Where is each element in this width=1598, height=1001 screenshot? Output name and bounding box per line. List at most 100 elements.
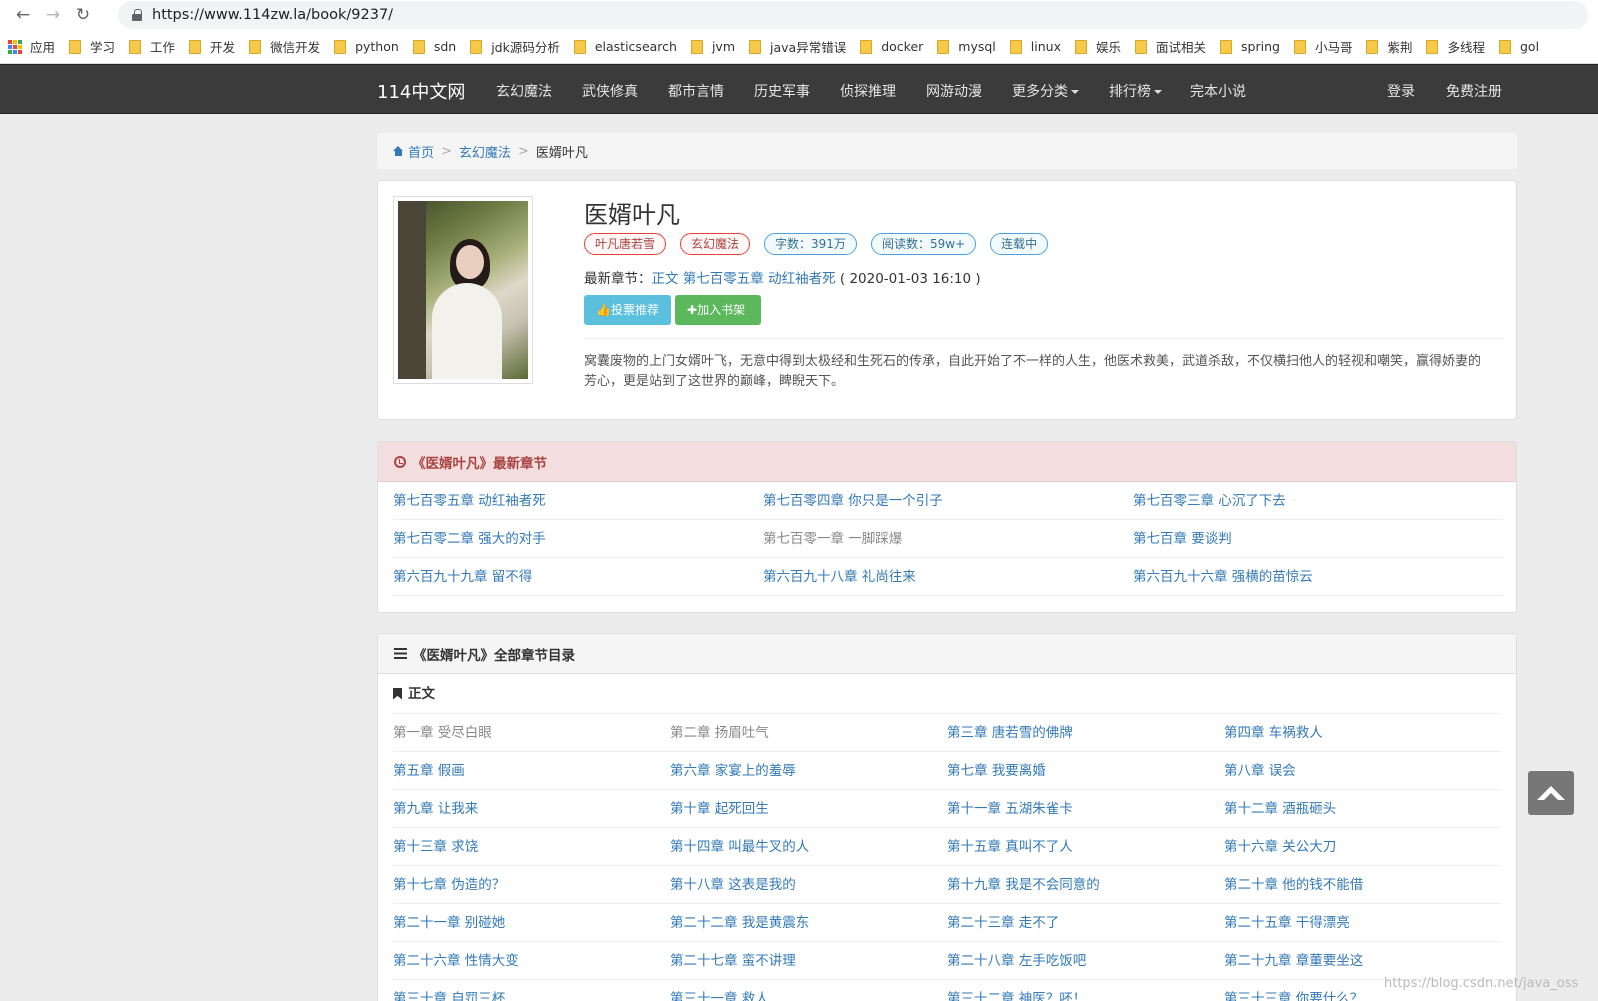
chapter-link[interactable]: 第七章 我要离婚 [947,752,1224,790]
chapter-link[interactable]: 第四章 车祸救人 [1224,714,1501,752]
latest-volume-link[interactable]: 正文 [652,271,679,287]
chapter-link[interactable]: 第二十七章 蛮不讲理 [670,942,947,980]
chapter-link[interactable]: 第三十一章 救人 [670,980,947,1001]
nav-item-wangyou[interactable]: 网游动漫 [926,81,982,101]
chapter-link[interactable]: 第七百零一章 一脚踩爆 [763,520,1133,558]
nav-item-lishi[interactable]: 历史军事 [754,81,810,101]
add-shelf-button[interactable]: ✚加入书架 [675,295,761,325]
chapter-link[interactable]: 第十八章 这表是我的 [670,866,947,904]
bookmark-folder[interactable]: linux [1009,39,1061,54]
breadcrumb-current: 医婿叶凡 [535,145,588,161]
chapter-link[interactable]: 第七百零三章 心沉了下去 [1133,482,1503,520]
chapter-link[interactable]: 第七百零五章 动红袖者死 [393,482,763,520]
book-cover[interactable] [393,196,533,384]
bookmark-folder[interactable]: docker [860,39,923,54]
caret-down-icon [1071,90,1079,94]
tag-author[interactable]: 叶凡唐若雪 [584,233,667,255]
chapter-link[interactable]: 第十九章 我是不会同意的 [947,866,1224,904]
bookmark-folder[interactable]: 工作 [129,37,175,56]
bookmark-folder[interactable]: jdk源码分析 [470,37,560,56]
chapter-link[interactable]: 第六章 家宴上的羞辱 [670,752,947,790]
chapter-link[interactable]: 第九章 让我来 [393,790,670,828]
nav-item-xuanhuan[interactable]: 玄幻魔法 [496,81,552,101]
chapter-link[interactable]: 第七百零二章 强大的对手 [393,520,763,558]
bookmark-folder[interactable]: 开发 [189,37,235,56]
chapter-link[interactable]: 第二章 扬眉吐气 [670,714,947,752]
back-to-top-button[interactable] [1528,771,1574,815]
chapter-link[interactable]: 第十二章 酒瓶砸头 [1224,790,1501,828]
chapter-link[interactable]: 第十五章 真叫不了人 [947,828,1224,866]
chapter-link[interactable]: 第十六章 关公大刀 [1224,828,1501,866]
nav-item-more[interactable]: 更多分类 [1012,81,1079,101]
volume-heading: 正文 [393,674,1501,714]
bookmark-folder[interactable]: jvm [690,39,735,54]
chapter-link[interactable]: 第六百九十八章 礼尚往来 [763,558,1133,596]
chapter-link[interactable]: 第十四章 叫最牛叉的人 [670,828,947,866]
bookmark-apps[interactable]: 应用 [8,37,55,56]
cover-tree-trunk [398,201,426,379]
nav-item-wuxia[interactable]: 武侠修真 [582,81,638,101]
chapter-link[interactable]: 第七百零四章 你只是一个引子 [763,482,1133,520]
bookmark-folder[interactable]: 小马哥 [1293,37,1352,56]
folder-icon [1366,39,1379,54]
nav-item-dushi[interactable]: 都市言情 [668,81,724,101]
site-brand[interactable]: 114中文网 [377,78,465,104]
chapter-link[interactable]: 第五章 假画 [393,752,670,790]
bookmark-folder[interactable]: mysql [937,39,996,54]
folder-icon [1009,39,1022,54]
bookmark-folder[interactable]: sdn [412,39,456,54]
back-arrow-icon[interactable]: ← [8,0,38,30]
bookmark-folder[interactable]: 微信开发 [249,37,320,56]
chapter-link[interactable]: 第二十三章 走不了 [947,904,1224,942]
bookmark-folder[interactable]: java异常错误 [749,37,846,56]
nav-item-rank[interactable]: 排行榜 [1109,81,1162,101]
bookmark-folder[interactable]: python [334,39,399,54]
chapter-link[interactable]: 第二十章 他的钱不能借 [1224,866,1501,904]
nav-item-zhentan[interactable]: 侦探推理 [840,81,896,101]
login-link[interactable]: 登录 [1387,81,1415,101]
vote-button[interactable]: 👍投票推荐 [584,295,671,325]
bookmark-folder[interactable]: 多线程 [1426,37,1485,56]
bookmark-folder[interactable]: gol [1498,39,1539,54]
nav-item-finished[interactable]: 完本小说 [1190,81,1246,101]
bookmark-folder[interactable]: 紫荆 [1366,37,1412,56]
address-bar[interactable]: https://www.114zw.la/book/9237/ [118,1,1588,29]
tag-category[interactable]: 玄幻魔法 [680,233,751,255]
chapter-link[interactable]: 第六百九十六章 强横的苗惊云 [1133,558,1503,596]
chapter-link[interactable]: 第六百九十九章 留不得 [393,558,763,596]
chapter-link[interactable]: 第八章 误会 [1224,752,1501,790]
chapter-link[interactable]: 第二十一章 别碰她 [393,904,670,942]
chapter-link[interactable]: 第二十六章 性情大变 [393,942,670,980]
breadcrumb-home[interactable]: 首页 [408,142,434,161]
chapter-link[interactable]: 第十一章 五湖朱雀卡 [947,790,1224,828]
tag-read-count: 阅读数：59w+ [870,233,977,255]
folder-icon [749,39,761,54]
bookmark-folder[interactable]: 学习 [69,37,115,56]
bookmark-folder[interactable]: spring [1220,39,1280,54]
chapter-link[interactable]: 第十七章 伪造的？ [393,866,670,904]
chapter-link[interactable]: 第一章 受尽白眼 [393,714,670,752]
cover-figure-head [456,245,484,279]
add-shelf-button-label: 加入书架 [697,303,746,317]
bookmark-folder[interactable]: elasticsearch [573,39,677,54]
register-link[interactable]: 免费注册 [1446,81,1502,101]
reload-icon[interactable]: ↻ [68,0,98,30]
all-chapters-title: 《医婿叶凡》全部章节目录 [413,647,575,664]
chapter-link[interactable]: 第七百章 要谈判 [1133,520,1503,558]
breadcrumb-category[interactable]: 玄幻魔法 [459,142,511,161]
chapter-link[interactable]: 第二十五章 干得漂亮 [1224,904,1501,942]
bookmark-folder[interactable]: 娱乐 [1074,37,1121,56]
chapter-link[interactable]: 第二十九章 章董要坐这 [1224,942,1501,980]
chapter-link[interactable]: 第二十八章 左手吃饭吧 [947,942,1224,980]
chapter-link[interactable]: 第三十二章 神医？呸！ [947,980,1224,1001]
arrow-up-icon [1537,786,1565,800]
chapter-link[interactable]: 第十三章 求饶 [393,828,670,866]
chapter-link[interactable]: 第二十二章 我是黄震东 [670,904,947,942]
chapter-link[interactable]: 第三十章 自罚三杯 [393,980,670,1001]
volume-title: 正文 [408,685,435,702]
latest-chapter-link[interactable]: 第七百零五章 动红袖者死 [683,271,836,287]
chapter-link[interactable]: 第十章 起死回生 [670,790,947,828]
chapter-link[interactable]: 第三章 唐若雪的佛牌 [947,714,1224,752]
bookmark-folder[interactable]: 面试相关 [1135,37,1206,56]
forward-arrow-icon[interactable]: → [38,0,68,30]
